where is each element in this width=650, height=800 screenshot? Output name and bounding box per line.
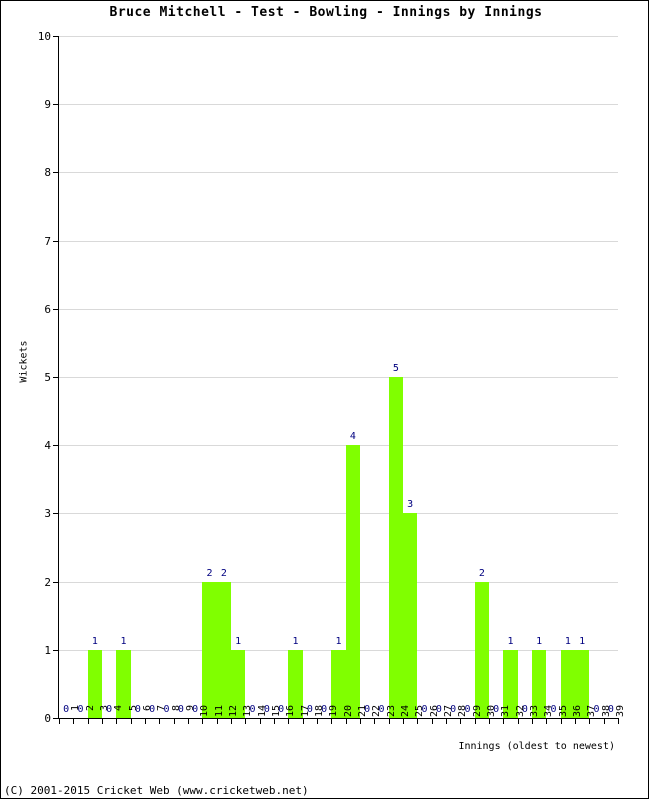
- x-axis-tick: [532, 719, 533, 724]
- x-axis-tick: [259, 719, 261, 724]
- gridline: [59, 104, 618, 106]
- y-axis-tick-label: 9: [44, 98, 51, 112]
- x-axis-tick: [145, 719, 146, 724]
- gridline: [59, 240, 618, 242]
- gridline: [59, 308, 618, 310]
- x-axis-tick: [59, 719, 60, 724]
- x-axis-tick: [73, 719, 75, 724]
- bar: [345, 445, 360, 718]
- y-axis-tick-label: 10: [37, 30, 51, 43]
- y-axis-tick-label: 1: [44, 643, 51, 657]
- y-axis-tick-label: 8: [44, 166, 51, 180]
- gridline: [59, 513, 618, 515]
- chart-frame: Bruce Mitchell - Test - Bowling - Inning…: [0, 0, 649, 799]
- y-axis-tick-label: 4: [44, 439, 51, 453]
- x-axis-tick: [388, 719, 390, 724]
- x-axis-tick: [546, 719, 548, 724]
- y-axis-tick: [53, 513, 58, 515]
- x-axis-tick: [589, 719, 591, 724]
- plot-area: 001010000022100010014005300002010101100: [59, 36, 618, 718]
- x-axis-tick: [231, 719, 232, 724]
- x-axis-tick: [403, 719, 404, 724]
- bar-value-label: 3: [407, 499, 414, 511]
- x-axis-tick: [575, 719, 576, 724]
- bar-value-label: 4: [349, 431, 356, 443]
- x-axis-tick: [188, 719, 189, 724]
- x-axis-tick: [431, 719, 433, 724]
- y-axis-tick: [53, 36, 58, 37]
- bar-value-label: 1: [292, 635, 299, 647]
- bar-value-label: 1: [120, 635, 127, 647]
- y-axis-tick: [53, 240, 58, 242]
- x-axis-tick: [374, 719, 376, 724]
- bar: [474, 581, 489, 718]
- y-axis-tick: [53, 172, 58, 174]
- page-title: Bruce Mitchell - Test - Bowling - Inning…: [109, 5, 543, 20]
- y-axis-tick-label: 5: [44, 371, 51, 384]
- y-axis-tick-label: 3: [44, 507, 51, 521]
- y-axis-tick-label: 6: [44, 302, 51, 316]
- bar: [388, 377, 403, 718]
- y-axis-tick: [53, 718, 58, 719]
- y-axis-tick: [53, 377, 58, 378]
- bar-value-label: 1: [579, 635, 586, 647]
- x-axis-tick: [202, 719, 204, 724]
- bar-value-label: 1: [536, 635, 543, 647]
- bar-value-label: 1: [507, 635, 514, 647]
- y-axis-tick-label: 7: [44, 234, 51, 248]
- x-axis-tick: [489, 719, 490, 724]
- gridline: [59, 36, 618, 37]
- gridline: [59, 377, 618, 378]
- x-axis-tick: [216, 719, 218, 724]
- x-axis-tick: [317, 719, 318, 724]
- x-axis-tick: [87, 719, 89, 724]
- x-axis-tick: [560, 719, 562, 724]
- bar-value-label: 2: [478, 567, 485, 579]
- x-axis-tick: [446, 719, 447, 724]
- bar: [202, 581, 217, 718]
- y-axis-tick: [53, 581, 58, 583]
- y-axis-tick: [53, 308, 58, 310]
- x-axis-tick: [288, 719, 290, 724]
- bar-value-label: 5: [392, 363, 399, 374]
- x-axis-tick: [618, 719, 619, 724]
- y-axis-tick: [53, 445, 58, 447]
- x-axis-tick: [331, 719, 333, 724]
- x-axis-tick: [173, 719, 175, 724]
- x-axis-tick: [245, 719, 247, 724]
- x-axis-tick: [360, 719, 361, 724]
- gridline: [59, 172, 618, 174]
- bar-value-label: 1: [235, 635, 242, 647]
- x-axis-tick: [102, 719, 103, 724]
- x-axis-tick: [274, 719, 275, 724]
- y-axis-tick-label: 2: [44, 575, 51, 589]
- y-axis-tick-label: 0: [44, 712, 51, 725]
- bar: [216, 581, 231, 718]
- x-axis-title: Innings (oldest to newest): [458, 741, 615, 752]
- x-axis-tick: [460, 719, 462, 724]
- gridline: [59, 445, 618, 447]
- bar-value-label: 2: [220, 567, 227, 579]
- x-axis-tick: [517, 719, 519, 724]
- bar: [403, 513, 418, 718]
- x-axis-tick: [130, 719, 132, 724]
- x-axis-tick: [302, 719, 304, 724]
- x-axis-tick: [159, 719, 161, 724]
- bar-value-label: 1: [91, 635, 98, 647]
- x-axis-tick: [116, 719, 118, 724]
- x-axis-tick: [503, 719, 505, 724]
- x-axis-tick: [345, 719, 347, 724]
- x-axis-tick: [474, 719, 476, 724]
- gridline: [59, 581, 618, 583]
- y-axis-tick: [53, 649, 58, 651]
- footer-copyright: (C) 2001-2015 Cricket Web (www.cricketwe…: [4, 784, 309, 797]
- x-axis-tick: [603, 719, 605, 724]
- y-axis-tick: [53, 104, 58, 106]
- x-axis-tick: [417, 719, 419, 724]
